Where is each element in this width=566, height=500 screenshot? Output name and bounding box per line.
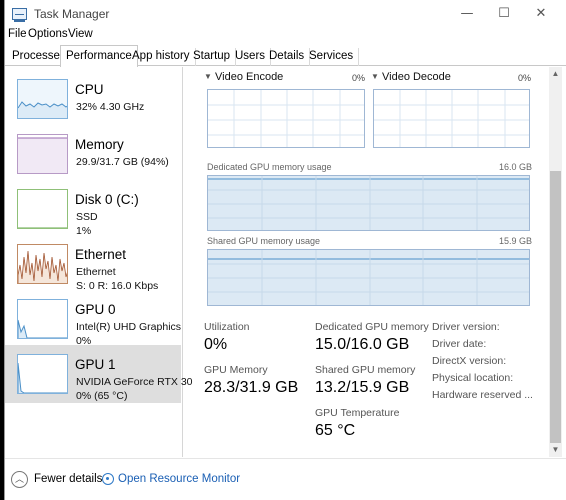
gpu-temperature-label: GPU Temperature bbox=[315, 407, 400, 419]
physical-location-label: Physical location: bbox=[432, 372, 514, 384]
gpu-temperature-value: 65 °C bbox=[315, 422, 356, 439]
sidebar-item-detail: Intel(R) UHD Graphics bbox=[76, 321, 182, 333]
sidebar-item-label: CPU bbox=[75, 82, 104, 97]
performance-sidebar: CPU 32% 4.30 GHz Memory 29.9/31.7 GB (94… bbox=[5, 67, 193, 457]
maximize-button[interactable]: ☐ bbox=[493, 4, 515, 24]
gpu-memory-value: 28.3/31.9 GB bbox=[204, 379, 299, 396]
video-decode-percent: 0% bbox=[518, 73, 532, 83]
gpu1-thumbnail-graph bbox=[17, 354, 68, 394]
title-bar: Task Manager — ☐ ✕ bbox=[5, 0, 566, 28]
task-manager-icon bbox=[12, 8, 27, 22]
sidebar-item-ethernet[interactable]: Ethernet Ethernet S: 0 R: 16.0 Kbps bbox=[5, 235, 181, 293]
menu-view[interactable]: View bbox=[68, 28, 93, 40]
sidebar-item-label: Disk 0 (C:) bbox=[75, 192, 139, 207]
open-resource-monitor-link[interactable]: Open Resource Monitor bbox=[118, 473, 240, 485]
driver-version-label: Driver version: bbox=[432, 321, 500, 333]
sidebar-item-label: GPU 1 bbox=[75, 357, 116, 372]
ethernet-thumbnail-graph bbox=[17, 244, 68, 284]
dedicated-memory-graph-label: Dedicated GPU memory usage bbox=[207, 162, 332, 172]
sidebar-item-label: GPU 0 bbox=[75, 302, 116, 317]
footer-bar: ︿ Fewer details Open Resource Monitor bbox=[5, 458, 566, 500]
utilization-value: 0% bbox=[204, 336, 228, 353]
shared-memory-max: 15.9 GB bbox=[499, 236, 533, 246]
close-button[interactable]: ✕ bbox=[530, 4, 552, 24]
memory-thumbnail-graph bbox=[17, 134, 68, 174]
vertical-scrollbar[interactable]: ▲ ▼ bbox=[549, 67, 562, 457]
gpu-details-panel: ▼ Video Encode 0% ▼ Video Decode 0% Dedi… bbox=[184, 67, 549, 457]
window-title: Task Manager bbox=[34, 7, 110, 21]
video-encode-percent: 0% bbox=[352, 73, 366, 83]
driver-date-label: Driver date: bbox=[432, 338, 487, 350]
sidebar-item-gpu-1[interactable]: GPU 1 NVIDIA GeForce RTX 30 0% (65 °C) bbox=[5, 345, 193, 403]
hardware-reserved-label: Hardware reserved ... bbox=[432, 389, 533, 401]
shared-memory-graph-label: Shared GPU memory usage bbox=[207, 236, 321, 246]
tab-app-history[interactable]: App history bbox=[127, 48, 196, 66]
disk-thumbnail-graph bbox=[17, 189, 68, 229]
dedicated-memory-label: Dedicated GPU memory bbox=[315, 321, 429, 333]
directx-version-label: DirectX version: bbox=[432, 355, 507, 367]
tab-startup[interactable]: Startup bbox=[188, 48, 237, 66]
menu-file[interactable]: File bbox=[8, 28, 27, 40]
gpu0-thumbnail-graph bbox=[17, 299, 68, 339]
shared-memory-value: 13.2/15.9 GB bbox=[315, 379, 410, 396]
sidebar-item-disk[interactable]: Disk 0 (C:) SSD 1% bbox=[5, 180, 181, 238]
dedicated-memory-max: 16.0 GB bbox=[499, 162, 533, 172]
menu-options[interactable]: Options bbox=[28, 28, 68, 40]
video-decode-graph bbox=[373, 89, 530, 148]
sidebar-item-detail: Ethernet bbox=[76, 266, 116, 278]
tab-bar: Processes Performance App history Startu… bbox=[5, 45, 566, 67]
video-encode-title[interactable]: Video Encode bbox=[215, 71, 283, 83]
gpu-memory-label: GPU Memory bbox=[204, 364, 268, 376]
dedicated-memory-graph bbox=[207, 175, 530, 231]
video-encode-graph bbox=[207, 89, 365, 148]
chevron-down-icon[interactable]: ▼ bbox=[371, 72, 379, 81]
minimize-button[interactable]: — bbox=[456, 4, 478, 24]
tab-services[interactable]: Services bbox=[304, 48, 360, 66]
scroll-thumb[interactable] bbox=[550, 171, 561, 443]
sidebar-item-cpu[interactable]: CPU 32% 4.30 GHz bbox=[5, 70, 181, 128]
cpu-thumbnail-graph bbox=[17, 79, 68, 119]
sidebar-item-detail: SSD bbox=[76, 211, 98, 223]
sidebar-item-memory[interactable]: Memory 29.9/31.7 GB (94%) bbox=[5, 125, 181, 183]
video-decode-title[interactable]: Video Decode bbox=[382, 71, 451, 83]
sidebar-item-gpu-0[interactable]: GPU 0 Intel(R) UHD Graphics 0% bbox=[5, 290, 181, 348]
fewer-details-button[interactable]: Fewer details bbox=[34, 473, 102, 485]
chevron-up-icon[interactable]: ︿ bbox=[11, 471, 28, 488]
sidebar-item-detail: NVIDIA GeForce RTX 30 bbox=[76, 376, 193, 388]
utilization-label: Utilization bbox=[204, 321, 250, 333]
sidebar-item-detail: 29.9/31.7 GB (94%) bbox=[76, 156, 169, 168]
shared-memory-label: Shared GPU memory bbox=[315, 364, 416, 376]
sidebar-item-detail: 32% 4.30 GHz bbox=[76, 101, 145, 113]
shared-memory-graph bbox=[207, 249, 530, 306]
scroll-up-arrow-icon[interactable]: ▲ bbox=[549, 67, 562, 81]
sidebar-item-label: Ethernet bbox=[75, 247, 127, 262]
sidebar-item-label: Memory bbox=[75, 137, 124, 152]
dedicated-memory-value: 15.0/16.0 GB bbox=[315, 336, 410, 353]
sidebar-item-detail: 0% (65 °C) bbox=[76, 390, 128, 402]
chevron-down-icon[interactable]: ▼ bbox=[204, 72, 212, 81]
scroll-down-arrow-icon[interactable]: ▼ bbox=[549, 443, 562, 457]
task-manager-window: Task Manager — ☐ ✕ File Options View Pro… bbox=[4, 0, 566, 500]
resource-monitor-icon[interactable] bbox=[102, 473, 114, 485]
